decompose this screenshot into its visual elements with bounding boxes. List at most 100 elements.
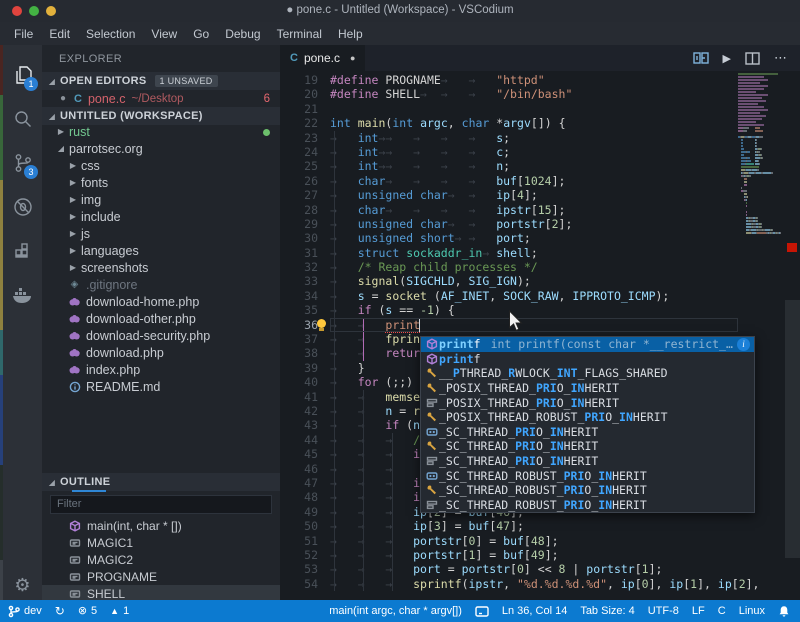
line-number[interactable]: 23: [280, 131, 318, 145]
line-number[interactable]: 38: [280, 346, 318, 360]
line-number[interactable]: 22: [280, 116, 318, 130]
tree-item-screenshots[interactable]: ▶screenshots: [42, 259, 280, 276]
tree-item-download-security-php[interactable]: download-security.php: [42, 327, 280, 344]
more-actions-icon[interactable]: ⋯: [774, 49, 788, 67]
status-right-bell[interactable]: [778, 605, 790, 618]
menu-edit[interactable]: Edit: [41, 25, 78, 43]
tree-item-download-other-php[interactable]: download-other.php: [42, 310, 280, 327]
suggest-item--sc-thread-prio-inherit[interactable]: _SC_THREAD_PRIO_INHERIT: [421, 454, 754, 469]
status-right-ln-36-col-14[interactable]: Ln 36, Col 14: [502, 605, 567, 617]
line-number[interactable]: 30: [280, 231, 318, 245]
minimap[interactable]: [738, 73, 784, 235]
open-changes-icon[interactable]: [693, 51, 709, 65]
menu-go[interactable]: Go: [185, 25, 217, 43]
line-number[interactable]: 48: [280, 490, 318, 504]
line-number[interactable]: 44: [280, 433, 318, 447]
status-left-error[interactable]: ⊗5: [78, 605, 97, 617]
line-number[interactable]: 24: [280, 145, 318, 159]
status-left-sync[interactable]: ↻: [55, 605, 65, 618]
tree-item-languages[interactable]: ▶languages: [42, 242, 280, 259]
code-line-34[interactable]: 34→ s = socket (AF_INET, SOCK_RAW, IPPRO…: [280, 289, 800, 303]
search-icon[interactable]: [3, 97, 42, 141]
code-line-22[interactable]: 22int main(int argc, char *argv[]) {: [280, 116, 800, 130]
line-number[interactable]: 32: [280, 260, 318, 274]
menu-terminal[interactable]: Terminal: [269, 25, 330, 43]
line-number[interactable]: 45: [280, 447, 318, 461]
line-number[interactable]: 52: [280, 548, 318, 562]
debug-icon[interactable]: [3, 185, 42, 229]
code-line-33[interactable]: 33→ signal(SIGCHLD, SIG_IGN);: [280, 274, 800, 288]
line-number[interactable]: 34: [280, 289, 318, 303]
tree-item--gitignore[interactable]: ◈.gitignore: [42, 276, 280, 293]
menu-help[interactable]: Help: [330, 25, 371, 43]
explorer-icon[interactable]: 1: [3, 53, 42, 97]
code-line-36[interactable]: 36→ → print: [280, 318, 800, 332]
code-line-23[interactable]: 23→ int→→ → → → s;: [280, 131, 800, 145]
status-left-branch[interactable]: dev: [8, 605, 42, 618]
outline-item-shell[interactable]: SHELL: [42, 585, 280, 600]
line-number[interactable]: 28: [280, 203, 318, 217]
code-line-52[interactable]: 52→ → → portstr[1] = buf[49];: [280, 548, 800, 562]
line-number[interactable]: 41: [280, 390, 318, 404]
suggest-item--pthread-rwlock-int-flags-shared[interactable]: __PTHREAD_RWLOCK_INT_FLAGS_SHARED: [421, 366, 754, 381]
line-number[interactable]: 49: [280, 505, 318, 519]
code-line-21[interactable]: 21: [280, 102, 800, 116]
tree-item-js[interactable]: ▶js: [42, 225, 280, 242]
tab-pone-c[interactable]: C pone.c ●: [280, 45, 365, 71]
line-number[interactable]: 53: [280, 562, 318, 576]
suggest-item-printf[interactable]: printf: [421, 352, 754, 367]
tree-item-download-home-php[interactable]: download-home.php: [42, 293, 280, 310]
menu-view[interactable]: View: [143, 25, 185, 43]
source-control-icon[interactable]: 3: [3, 141, 42, 185]
tree-item-fonts[interactable]: ▶fonts: [42, 174, 280, 191]
menu-file[interactable]: File: [6, 25, 41, 43]
status-right-main-int-argc-char-argv-[interactable]: main(int argc, char * argv[]): [329, 605, 462, 617]
code-line-26[interactable]: 26→ char→ → → → buf[1024];: [280, 174, 800, 188]
scrollbar-slider[interactable]: [785, 300, 800, 558]
line-number[interactable]: 47: [280, 476, 318, 490]
suggest-item--posix-thread-prio-inherit[interactable]: _POSIX_THREAD_PRIO_INHERIT: [421, 381, 754, 396]
code-line-31[interactable]: 31→ struct sockaddr_in→ shell;: [280, 246, 800, 260]
status-right-linux[interactable]: Linux: [739, 605, 765, 617]
code-line-35[interactable]: 35→ if (s == -1) {: [280, 303, 800, 317]
code-line-27[interactable]: 27→ unsigned char→ → ip[4];: [280, 188, 800, 202]
code-line-54[interactable]: 54→ → → sprintf(ipstr, "%d.%d.%d.%d", ip…: [280, 577, 800, 591]
suggest-item-printf[interactable]: printfint printf(const char *__restrict_…: [421, 337, 754, 352]
line-number[interactable]: 39: [280, 361, 318, 375]
tree-item-download-php[interactable]: download.php: [42, 344, 280, 361]
code-line-24[interactable]: 24→ int→→ → → → c;: [280, 145, 800, 159]
tree-item-include[interactable]: ▶include: [42, 208, 280, 225]
code-line-29[interactable]: 29→ unsigned char→ → portstr[2];: [280, 217, 800, 231]
tree-item-parrotsec-org[interactable]: ◢parrotsec.org: [42, 140, 280, 157]
line-number[interactable]: 35: [280, 303, 318, 317]
outline-filter-input[interactable]: Filter: [50, 495, 272, 514]
line-number[interactable]: 33: [280, 274, 318, 288]
line-number[interactable]: 50: [280, 519, 318, 533]
title-bar[interactable]: ● pone.c - Untitled (Workspace) - VSCodi…: [0, 0, 800, 22]
run-icon[interactable]: ▶: [723, 49, 731, 67]
tree-item-index-php[interactable]: index.php: [42, 361, 280, 378]
code-line-19[interactable]: 19#define PROGNAME→ → "httpd": [280, 73, 800, 87]
info-icon[interactable]: i: [737, 338, 750, 351]
tree-item-readme-md[interactable]: README.md: [42, 378, 280, 395]
manage-gear-icon[interactable]: ⚙: [3, 576, 42, 594]
suggest-item--sc-thread-robust-prio-inherit[interactable]: _SC_THREAD_ROBUST_PRIO_INHERIT: [421, 483, 754, 498]
suggest-item--posix-thread-prio-inherit[interactable]: _POSIX_THREAD_PRIO_INHERIT: [421, 395, 754, 410]
outline-item-magic2[interactable]: MAGIC2: [42, 551, 280, 568]
split-editor-icon[interactable]: [745, 52, 760, 65]
line-number[interactable]: 31: [280, 246, 318, 260]
line-number[interactable]: 21: [280, 102, 318, 116]
line-number[interactable]: 25: [280, 159, 318, 173]
outline-item-progname[interactable]: PROGNAME: [42, 568, 280, 585]
line-number[interactable]: 36: [280, 318, 318, 332]
suggest-item--sc-thread-robust-prio-inherit[interactable]: _SC_THREAD_ROBUST_PRIO_INHERIT: [421, 468, 754, 483]
suggest-item--sc-thread-robust-prio-inherit[interactable]: _SC_THREAD_ROBUST_PRIO_INHERIT: [421, 498, 754, 513]
open-editor-pone[interactable]: ● C pone.c ~/Desktop 6: [42, 90, 280, 107]
line-number[interactable]: 54: [280, 577, 318, 591]
line-number[interactable]: 26: [280, 174, 318, 188]
outline-item-main-int-char-[interactable]: main(int, char * []): [42, 517, 280, 534]
code-line-32[interactable]: 32→ /* Reap child processes */: [280, 260, 800, 274]
menu-debug[interactable]: Debug: [217, 25, 268, 43]
line-number[interactable]: 42: [280, 404, 318, 418]
scrollbar[interactable]: [785, 71, 800, 600]
